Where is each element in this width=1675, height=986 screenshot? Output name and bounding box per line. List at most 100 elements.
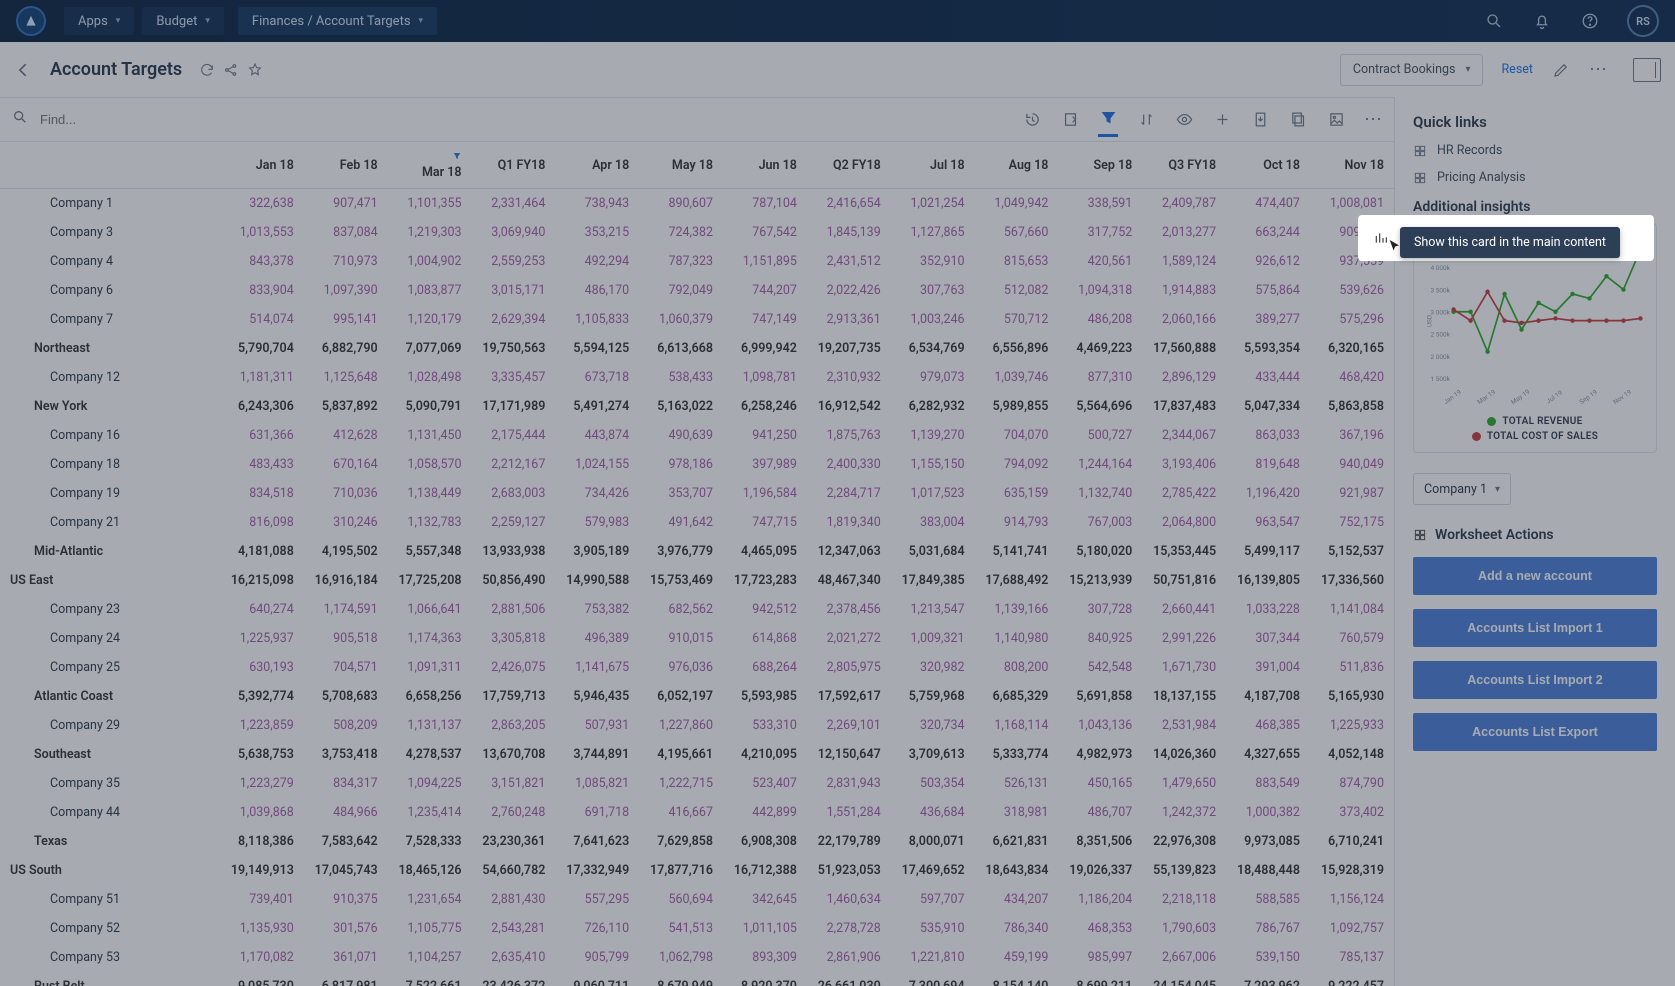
column-header[interactable]: Oct 18	[1226, 142, 1310, 189]
cell[interactable]: 48,467,340	[807, 566, 891, 595]
cell[interactable]: 383,004	[891, 508, 975, 537]
cell[interactable]: 5,141,741	[975, 537, 1059, 566]
cell[interactable]: 5,180,020	[1058, 537, 1142, 566]
cell[interactable]: 1,223,279	[220, 769, 304, 798]
cell[interactable]: 3,709,613	[891, 740, 975, 769]
table-row[interactable]: Texas8,118,3867,583,6427,528,33323,230,3…	[0, 827, 1394, 856]
cell[interactable]: 834,518	[220, 479, 304, 508]
cell[interactable]: 507,931	[555, 711, 639, 740]
chart-card-icon[interactable]	[1370, 227, 1392, 249]
cell[interactable]: 6,243,306	[220, 392, 304, 421]
cell[interactable]: 486,208	[1058, 305, 1142, 334]
cell[interactable]: 560,694	[639, 885, 723, 914]
column-header[interactable]: Q1 FY18	[472, 142, 556, 189]
cell[interactable]: 17,045,743	[304, 856, 388, 885]
cell[interactable]: 8,154,140	[975, 972, 1059, 986]
cell[interactable]: 575,296	[1310, 305, 1394, 334]
cell[interactable]: 1,242,372	[1142, 798, 1226, 827]
cell[interactable]: 670,164	[304, 450, 388, 479]
table-row[interactable]: Rust Belt9,085,7306,817,9817,522,66123,4…	[0, 972, 1394, 986]
copy-icon[interactable]	[1288, 109, 1308, 129]
history-icon[interactable]	[1022, 109, 1042, 129]
cell[interactable]: 5,759,968	[891, 682, 975, 711]
cell[interactable]: 2,426,075	[472, 653, 556, 682]
cell[interactable]: 816,098	[220, 508, 304, 537]
cell[interactable]: 579,983	[555, 508, 639, 537]
cell[interactable]: 8,000,071	[891, 827, 975, 856]
cell[interactable]: 1,105,833	[555, 305, 639, 334]
cell[interactable]: 541,513	[639, 914, 723, 943]
cell[interactable]: 792,049	[639, 276, 723, 305]
cell[interactable]: 17,592,617	[807, 682, 891, 711]
cell[interactable]: 310,246	[304, 508, 388, 537]
cell[interactable]: 50,856,490	[472, 566, 556, 595]
cell[interactable]: 307,763	[891, 276, 975, 305]
cell[interactable]: 1,589,124	[1142, 247, 1226, 276]
bell-icon[interactable]	[1531, 10, 1553, 32]
cell[interactable]: 412,628	[304, 421, 388, 450]
cell[interactable]: 7,077,069	[388, 334, 472, 363]
cell[interactable]: 18,137,155	[1142, 682, 1226, 711]
cell[interactable]: 8,920,370	[723, 972, 807, 986]
cell[interactable]: 752,175	[1310, 508, 1394, 537]
table-row[interactable]: Company 531,170,082361,0711,104,2572,635…	[0, 943, 1394, 972]
cell[interactable]: 631,366	[220, 421, 304, 450]
cell[interactable]: 1,105,775	[388, 914, 472, 943]
cell[interactable]: 6,613,668	[639, 334, 723, 363]
cell[interactable]: 2,635,410	[472, 943, 556, 972]
cell[interactable]: 442,899	[723, 798, 807, 827]
cell[interactable]: 468,385	[1226, 711, 1310, 740]
cell[interactable]: 16,916,184	[304, 566, 388, 595]
column-header[interactable]: Jun 18	[723, 142, 807, 189]
cell[interactable]: 1,021,254	[891, 189, 975, 219]
cell[interactable]: 2,559,253	[472, 247, 556, 276]
nav-budget[interactable]: Budget ▾	[142, 7, 224, 35]
worksheet-action-button[interactable]: Accounts List Export	[1413, 713, 1657, 751]
column-header[interactable]: Apr 18	[555, 142, 639, 189]
table-row[interactable]: Company 21816,098310,2461,132,7832,259,1…	[0, 508, 1394, 537]
search-icon[interactable]	[12, 109, 28, 129]
worksheet-action-button[interactable]: Accounts List Import 2	[1413, 661, 1657, 699]
cell[interactable]: 1,181,311	[220, 363, 304, 392]
cell[interactable]: 491,642	[639, 508, 723, 537]
cell[interactable]: 7,629,858	[639, 827, 723, 856]
cell[interactable]: 1,225,933	[1310, 711, 1394, 740]
cell[interactable]: 474,407	[1226, 189, 1310, 219]
cell[interactable]: 753,382	[555, 595, 639, 624]
cell[interactable]: 26,661,030	[807, 972, 891, 986]
cell[interactable]: 367,196	[1310, 421, 1394, 450]
cell[interactable]: 2,310,932	[807, 363, 891, 392]
cell[interactable]: 492,294	[555, 247, 639, 276]
cell[interactable]: 819,648	[1226, 450, 1310, 479]
cell[interactable]: 1,039,868	[220, 798, 304, 827]
cell[interactable]: 4,195,661	[639, 740, 723, 769]
cell[interactable]: 673,718	[555, 363, 639, 392]
cell[interactable]: 1,043,136	[1058, 711, 1142, 740]
cell[interactable]: 3,744,891	[555, 740, 639, 769]
cell[interactable]: 18,488,448	[1226, 856, 1310, 885]
column-header[interactable]: Nov 18	[1310, 142, 1394, 189]
cell[interactable]: 361,071	[304, 943, 388, 972]
cell[interactable]: 15,353,445	[1142, 537, 1226, 566]
cell[interactable]: 483,433	[220, 450, 304, 479]
data-grid[interactable]: Jan 18Feb 18Mar 18Q1 FY18Apr 18May 18Jun…	[0, 142, 1394, 986]
cell[interactable]: 1,875,763	[807, 421, 891, 450]
cell[interactable]: 5,691,858	[1058, 682, 1142, 711]
star-icon[interactable]	[246, 61, 264, 79]
nav-apps[interactable]: Apps ▾	[64, 7, 134, 35]
cell[interactable]: 3,015,171	[472, 276, 556, 305]
cell[interactable]: 5,708,683	[304, 682, 388, 711]
cell[interactable]: 17,849,385	[891, 566, 975, 595]
cell[interactable]: 2,543,281	[472, 914, 556, 943]
cell[interactable]: 12,347,063	[807, 537, 891, 566]
cell[interactable]: 6,658,256	[388, 682, 472, 711]
cell[interactable]: 2,831,943	[807, 769, 891, 798]
cell[interactable]: 4,327,655	[1226, 740, 1310, 769]
column-header[interactable]: Mar 18	[388, 142, 472, 189]
cell[interactable]: 5,946,435	[555, 682, 639, 711]
cell[interactable]: 1,125,648	[304, 363, 388, 392]
cell[interactable]: 2,218,118	[1142, 885, 1226, 914]
cell[interactable]: 1,845,139	[807, 218, 891, 247]
cell[interactable]: 539,150	[1226, 943, 1310, 972]
cell[interactable]: 691,718	[555, 798, 639, 827]
